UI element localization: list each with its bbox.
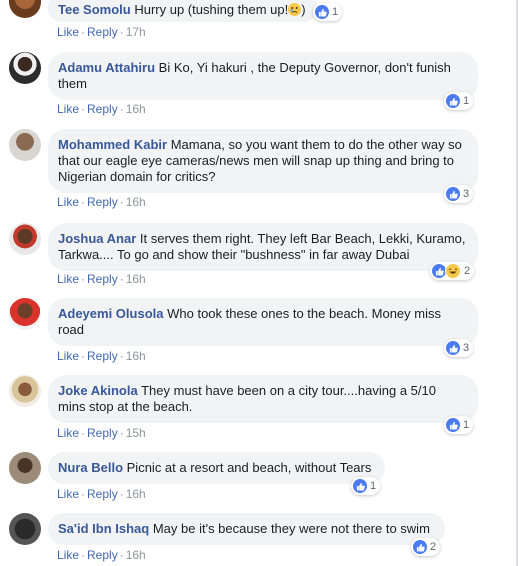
haha-icon [445,263,461,279]
comment-actions: Like · Reply · 16h [57,272,146,286]
comment-author[interactable]: Joke Akinola [58,383,138,398]
like-link[interactable]: Like [57,487,79,501]
reply-link[interactable]: Reply [87,487,118,501]
reply-link[interactable]: Reply [87,102,118,116]
comment-bubble: Sa'id Ibn Ishaq May be it's because they… [48,513,445,545]
avatar[interactable] [9,52,41,84]
like-icon [432,264,446,278]
reaction-summary[interactable]: 1 [444,92,474,110]
reaction-count: 3 [463,342,470,354]
like-icon [446,341,460,355]
comment-text: Hurry up (tushing them up! [134,2,289,17]
like-link[interactable]: Like [57,349,79,363]
reaction-count: 3 [463,188,470,200]
comment-timestamp[interactable]: 16h [126,102,146,116]
comment-timestamp[interactable]: 17h [126,25,146,39]
comment-author[interactable]: Sa'id Ibn Ishaq [58,521,149,536]
reply-link[interactable]: Reply [87,548,118,562]
reaction-count: 1 [463,95,470,107]
comment-author[interactable]: Joshua Anar [58,231,136,246]
comment-bubble: Mohammed Kabir Mamana, so you want them … [48,129,478,193]
reaction-summary[interactable]: 2 [411,538,441,556]
comment-bubble: Tee Somolu Hurry up (tushing them up! ) [48,0,318,22]
comment-timestamp[interactable]: 16h [126,272,146,286]
comment-author[interactable]: Mohammed Kabir [58,137,167,152]
like-icon [446,418,460,432]
avatar[interactable] [9,298,41,330]
comment-bubble: Adamu Attahiru Bi Ko, Yi hakuri , the De… [48,52,478,100]
reply-link[interactable]: Reply [87,426,118,440]
reply-link[interactable]: Reply [87,349,118,363]
comment-actions: Like · Reply · 16h [57,349,146,363]
avatar[interactable] [9,223,41,255]
reaction-summary[interactable]: 1 [313,3,343,21]
reaction-count: 1 [370,480,377,492]
avatar[interactable] [9,452,41,484]
reaction-summary[interactable]: 2 [430,262,475,280]
crying-face-icon [288,3,302,16]
comment-bubble: Adeyemi Olusola Who took these ones to t… [48,298,478,346]
like-link[interactable]: Like [57,548,79,562]
like-icon [446,187,460,201]
comment-timestamp[interactable]: 16h [126,487,146,501]
comment-bubble: Joke Akinola They must have been on a ci… [48,375,478,423]
comment-actions: Like · Reply · 16h [57,102,146,116]
comment-author[interactable]: Tee Somolu [58,2,131,17]
like-link[interactable]: Like [57,426,79,440]
like-link[interactable]: Like [57,272,79,286]
avatar[interactable] [9,129,41,161]
reaction-summary[interactable]: 1 [444,416,474,434]
reply-link[interactable]: Reply [87,195,118,209]
avatar[interactable] [9,0,41,18]
comment-author[interactable]: Adeyemi Olusola [58,306,163,321]
comment-actions: Like · Reply · 15h [57,426,146,440]
reaction-summary[interactable]: 3 [444,185,474,203]
reaction-summary[interactable]: 1 [351,477,381,495]
comment-bubble: Joshua Anar It serves them right. They l… [48,223,478,271]
like-icon [446,94,460,108]
like-icon [315,5,329,19]
comment-timestamp[interactable]: 15h [126,426,146,440]
avatar[interactable] [9,513,41,545]
comment-actions: Like · Reply · 17h [57,25,146,39]
like-icon [353,479,367,493]
comment-actions: Like · Reply · 16h [57,548,146,562]
comment-bubble: Nura Bello Picnic at a resort and beach,… [48,452,385,484]
comment-text: Picnic at a resort and beach, without Te… [126,460,372,475]
reaction-count: 2 [464,265,471,277]
comment-timestamp[interactable]: 16h [126,349,146,363]
reaction-count: 1 [463,419,470,431]
reply-link[interactable]: Reply [87,272,118,286]
reaction-count: 1 [332,6,339,18]
reaction-summary[interactable]: 3 [444,339,474,357]
comment-actions: Like · Reply · 16h [57,195,146,209]
avatar[interactable] [9,375,41,407]
like-icon [413,540,427,554]
comment-actions: Like · Reply · 16h [57,487,146,501]
like-link[interactable]: Like [57,25,79,39]
comment-timestamp[interactable]: 16h [126,195,146,209]
like-link[interactable]: Like [57,102,79,116]
comment-text: May be it's because they were not there … [152,521,430,536]
like-link[interactable]: Like [57,195,79,209]
comment-author[interactable]: Nura Bello [58,460,123,475]
reaction-count: 2 [430,541,437,553]
comment-author[interactable]: Adamu Attahiru [58,60,155,75]
comment-timestamp[interactable]: 16h [126,548,146,562]
reply-link[interactable]: Reply [87,25,118,39]
